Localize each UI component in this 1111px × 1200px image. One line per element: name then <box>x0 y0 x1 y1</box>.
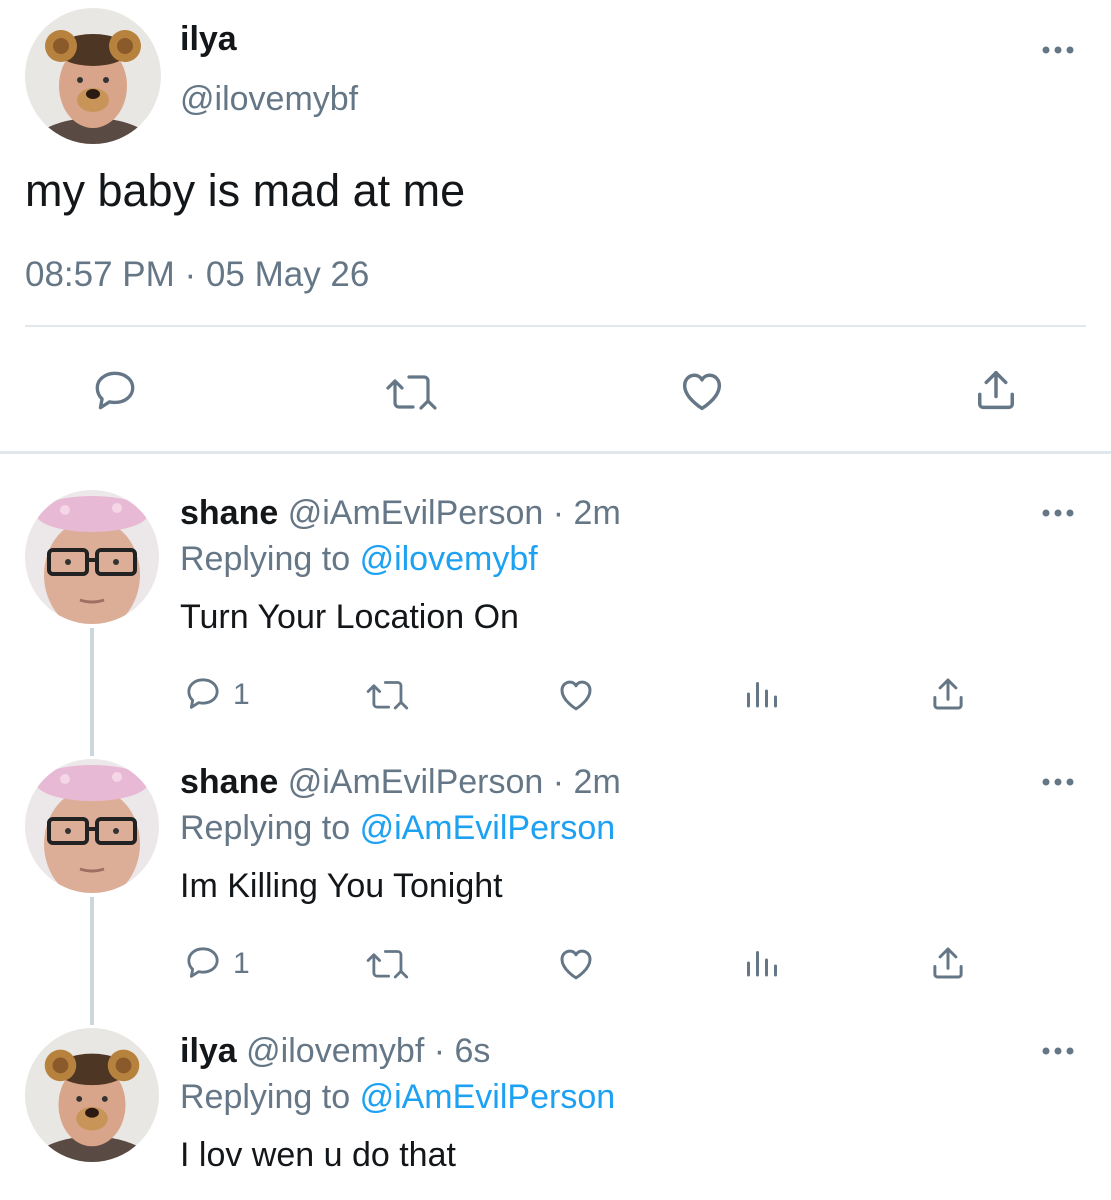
share-icon[interactable] <box>970 364 1022 416</box>
author-handle[interactable]: @iAmEvilPerson <box>288 494 544 532</box>
reply-text: Turn Your Location On <box>180 598 519 636</box>
thread-line <box>90 897 94 1025</box>
analytics-icon[interactable] <box>744 945 780 981</box>
tweet-text: my baby is mad at me <box>25 165 466 216</box>
more-icon[interactable] <box>1040 774 1076 790</box>
author-name[interactable]: shane <box>180 763 278 801</box>
more-icon[interactable] <box>1040 42 1076 58</box>
replying-to: Replying to @iAmEvilPerson <box>180 809 615 848</box>
author-handle[interactable]: @ilovemybf <box>180 80 358 119</box>
reply-header: shane @iAmEvilPerson · 2m <box>180 494 621 533</box>
avatar[interactable] <box>25 759 159 893</box>
author-name[interactable]: ilya <box>180 20 237 59</box>
reply-icon[interactable] <box>183 674 223 714</box>
author-name[interactable]: ilya <box>180 1032 237 1070</box>
more-icon[interactable] <box>1040 505 1076 521</box>
reply-time[interactable]: · 2m <box>553 763 621 801</box>
analytics-icon[interactable] <box>744 676 780 712</box>
like-icon[interactable] <box>676 364 728 416</box>
replying-to-link[interactable]: @ilovemybf <box>360 540 538 578</box>
replying-to-link[interactable]: @iAmEvilPerson <box>360 1078 616 1116</box>
avatar[interactable] <box>25 8 161 144</box>
reply-text: Im Killing You Tonight <box>180 867 503 905</box>
divider <box>25 325 1086 327</box>
author-handle[interactable]: @ilovemybf <box>246 1032 424 1070</box>
replying-to: Replying to @ilovemybf <box>180 540 538 579</box>
reply-icon[interactable] <box>183 943 223 983</box>
reply-time[interactable]: · 6s <box>434 1032 491 1070</box>
replying-to-link[interactable]: @iAmEvilPerson <box>360 809 616 847</box>
retweet-icon[interactable] <box>364 943 410 983</box>
replying-to-label: Replying to <box>180 540 351 578</box>
retweet-icon[interactable] <box>364 674 410 714</box>
reply-count: 1 <box>233 947 250 980</box>
retweet-icon[interactable] <box>383 366 439 416</box>
replying-to-label: Replying to <box>180 1078 351 1116</box>
thread-line <box>90 628 94 756</box>
reply-text: I lov wen u do that <box>180 1136 456 1174</box>
replying-to: Replying to @iAmEvilPerson <box>180 1078 615 1117</box>
share-icon[interactable] <box>927 942 969 984</box>
reply-count: 1 <box>233 678 250 711</box>
like-icon[interactable] <box>555 942 597 984</box>
author-handle[interactable]: @iAmEvilPerson <box>288 763 544 801</box>
section-divider <box>0 451 1111 454</box>
reply-time[interactable]: · 2m <box>553 494 621 532</box>
share-icon[interactable] <box>927 673 969 715</box>
avatar[interactable] <box>25 1028 159 1162</box>
reply-header: shane @iAmEvilPerson · 2m <box>180 763 621 802</box>
avatar[interactable] <box>25 490 159 624</box>
author-name[interactable]: shane <box>180 494 278 532</box>
reply-icon[interactable] <box>90 366 140 416</box>
more-icon[interactable] <box>1040 1043 1076 1059</box>
tweet-timestamp[interactable]: 08:57 PM · 05 May 26 <box>25 255 369 295</box>
like-icon[interactable] <box>555 673 597 715</box>
reply-header: ilya @ilovemybf · 6s <box>180 1032 490 1071</box>
replying-to-label: Replying to <box>180 809 351 847</box>
